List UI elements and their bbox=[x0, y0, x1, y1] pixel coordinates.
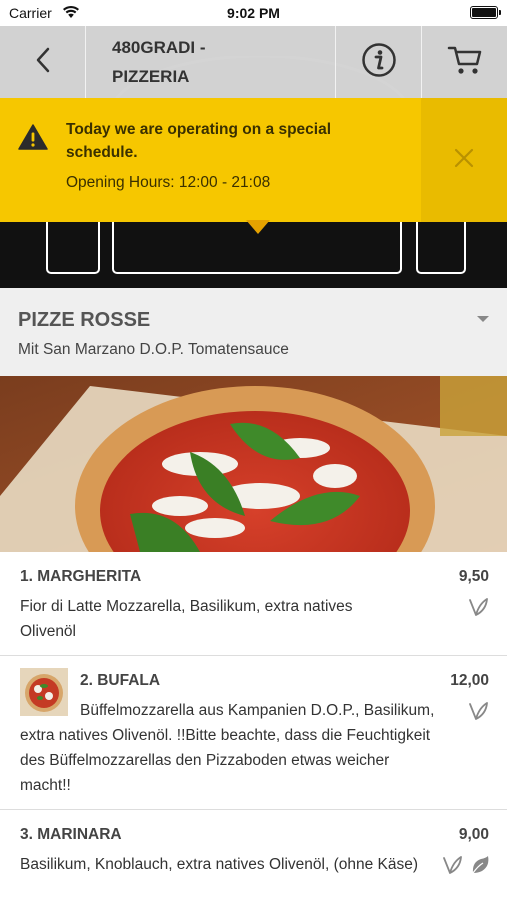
vegetarian-icon bbox=[441, 854, 463, 881]
menu-item[interactable]: 3. MARINARA 9,00 Basilikum, Knoblauch, e… bbox=[0, 810, 507, 900]
item-name: 3. MARINARA bbox=[20, 826, 122, 843]
opening-hours: Opening Hours: 12:00 - 21:08 bbox=[66, 174, 271, 191]
clock: 9:02 PM bbox=[227, 5, 280, 21]
item-price: 9,50 bbox=[458, 568, 489, 585]
item-description: Fior di Latte Mozzarella, Basilikum, ext… bbox=[20, 598, 353, 640]
category-subtitle: Mit San Marzano D.O.P. Tomatensauce bbox=[18, 341, 289, 358]
vegetarian-icon bbox=[467, 596, 489, 623]
caret-down-icon bbox=[477, 316, 489, 322]
menu-item[interactable]: 1. MARGHERITA 9,50 Fior di Latte Mozzare… bbox=[0, 552, 507, 656]
item-price: 9,00 bbox=[458, 826, 489, 843]
item-price: 12,00 bbox=[450, 672, 489, 689]
cart-icon bbox=[447, 44, 483, 81]
category-header[interactable]: PIZZE ROSSE Mit San Marzano D.O.P. Tomat… bbox=[0, 288, 507, 376]
battery-icon bbox=[470, 6, 501, 19]
vegetarian-icon bbox=[467, 700, 489, 727]
cart-button[interactable] bbox=[422, 26, 507, 98]
nav-bar: 480GRADI - PIZZERIA bbox=[0, 26, 507, 98]
item-description: Büffelmozzarella aus Kampanien D.O.P., B… bbox=[20, 702, 435, 794]
status-bar: Carrier 9:02 PM bbox=[0, 0, 507, 26]
info-icon bbox=[361, 42, 397, 83]
category-name: PIZZE ROSSE bbox=[18, 309, 151, 331]
title-line-1: 480GRADI - bbox=[112, 38, 206, 57]
item-name: 1. MARGHERITA bbox=[20, 568, 142, 585]
close-icon bbox=[454, 148, 474, 173]
restaurant-title: 480GRADI - PIZZERIA bbox=[86, 26, 336, 98]
item-name: 2. BUFALA bbox=[80, 672, 161, 689]
menu-item[interactable]: 2. BUFALA 12,00 Büffelmozzarella aus Kam… bbox=[0, 656, 507, 810]
vegan-icon bbox=[469, 854, 491, 881]
info-button[interactable] bbox=[336, 26, 422, 98]
banner-message: Today we are operating on a special sche… bbox=[66, 121, 332, 161]
category-image bbox=[0, 376, 507, 552]
banner-close-button[interactable] bbox=[421, 98, 507, 222]
title-line-2: PIZZERIA bbox=[112, 67, 190, 86]
item-description: Basilikum, Knoblauch, extra natives Oliv… bbox=[20, 856, 419, 873]
banner-pointer bbox=[246, 220, 270, 234]
chevron-left-icon bbox=[36, 47, 50, 78]
warning-icon bbox=[18, 124, 48, 155]
back-button[interactable] bbox=[0, 26, 86, 98]
special-schedule-banner: Today we are operating on a special sche… bbox=[0, 98, 507, 234]
